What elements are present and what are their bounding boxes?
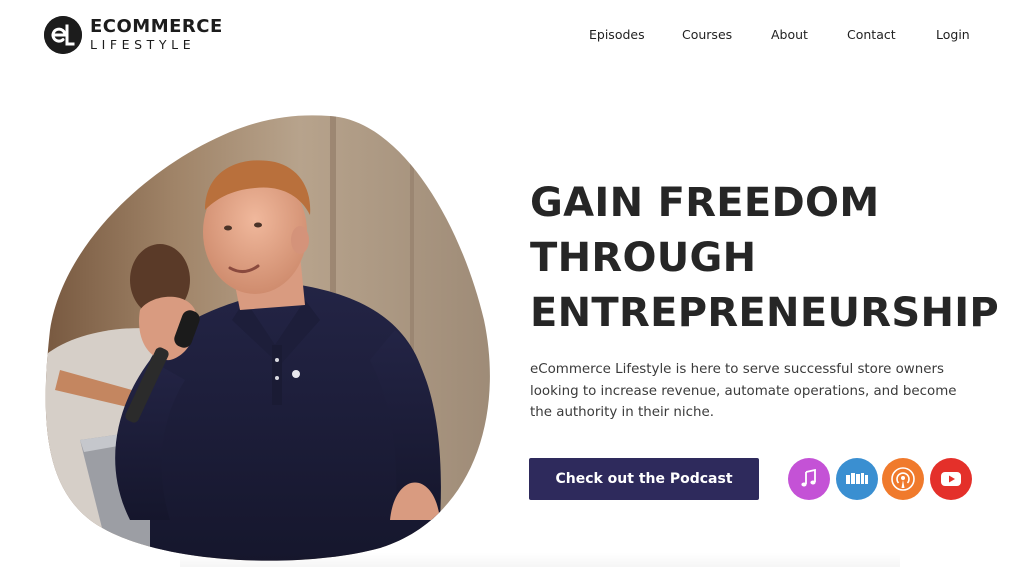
podcast-broadcast-icon [891, 467, 915, 491]
hero-headline: GAIN FREEDOM THROUGH ENTREPRENEURSHIP [530, 176, 999, 341]
apple-podcasts-button[interactable] [788, 458, 830, 500]
music-note-icon [801, 469, 816, 487]
nav-courses[interactable]: Courses [682, 27, 732, 42]
nav-episodes[interactable]: Episodes [589, 27, 645, 42]
stitcher-button[interactable] [836, 458, 878, 500]
stitcher-icon [846, 473, 868, 484]
nav-login[interactable]: Login [936, 27, 970, 42]
youtube-button[interactable] [930, 458, 972, 500]
headline-line-3: ENTREPRENEURSHIP [530, 290, 1000, 336]
hero-description: eCommerce Lifestyle is here to serve suc… [530, 362, 957, 420]
section-divider-shadow [180, 552, 900, 567]
play-icon [941, 472, 961, 486]
headline-line-2: THROUGH [530, 235, 757, 281]
hero-speaker-photo [45, 115, 490, 561]
nav-contact[interactable]: Contact [847, 27, 896, 42]
headline-line-1: GAIN FREEDOM [530, 180, 880, 226]
nav-about[interactable]: About [771, 27, 808, 42]
overcast-button[interactable] [882, 458, 924, 500]
check-out-podcast-button[interactable]: Check out the Podcast [529, 458, 759, 500]
